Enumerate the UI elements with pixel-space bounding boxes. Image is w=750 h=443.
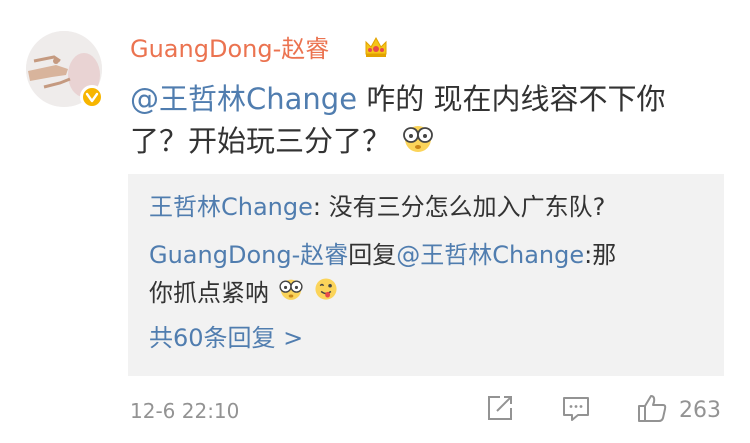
reply-text-line2: 你抓点紧呐 [149, 279, 269, 307]
reply-action-text: 回复 [348, 241, 397, 269]
reply-text: : 没有三分怎么加入广东队? [312, 193, 606, 221]
comment-username[interactable]: GuangDong-赵睿 [130, 34, 329, 64]
comment-text: @王哲林Change 咋的 现在内线容不下你 了？开始玩三分了？ [130, 78, 690, 165]
view-more-replies-link[interactable]: 共60条回复 > [149, 320, 303, 356]
comment-text-line2: 了？开始玩三分了？ [130, 124, 392, 158]
reply-item-1: 王哲林Change: 没有三分怎么加入广东队? [149, 188, 605, 226]
reply-item-2: GuangDong-赵睿回复@王哲林Change:那 你抓点紧呐 [149, 236, 616, 313]
verified-badge-icon [80, 85, 104, 109]
comment-mention-link[interactable]: @王哲林Change [130, 82, 357, 116]
comment-text-line1: 咋的 现在内线容不下你 [357, 82, 666, 116]
reply-author-link[interactable]: 王哲林Change [149, 193, 313, 221]
reply-text: :那 [584, 241, 617, 269]
crown-badge-icon [365, 36, 387, 57]
like-icon[interactable] [636, 392, 670, 424]
comment-icon[interactable] [560, 392, 592, 424]
tongue-face-icon [312, 275, 340, 313]
comment-timestamp: 12-6 22:10 [130, 399, 240, 423]
glasses-face-icon [400, 122, 436, 165]
reply-author-link[interactable]: GuangDong-赵睿 [149, 241, 348, 269]
repost-icon[interactable] [484, 392, 516, 424]
glasses-face-icon [277, 275, 305, 313]
like-count: 263 [679, 398, 721, 423]
reply-mention-link[interactable]: @王哲林Change [396, 241, 584, 269]
replies-box[interactable]: 王哲林Change: 没有三分怎么加入广东队? GuangDong-赵睿回复@王… [128, 174, 724, 376]
